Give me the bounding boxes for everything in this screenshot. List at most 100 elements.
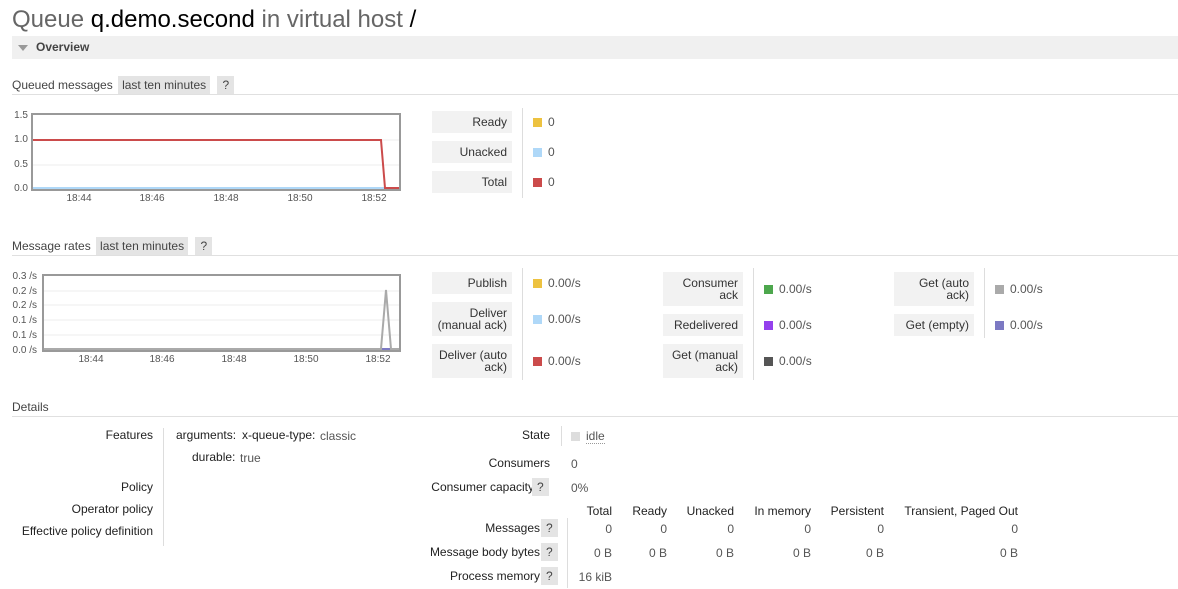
col-persistent: Persistent (830, 504, 884, 518)
legend-deliver-auto-swatch (533, 357, 542, 366)
arg-value: classic (320, 429, 357, 443)
y-tick: 0.0 (14, 183, 28, 194)
legend-deliver-manual-label: Deliver (manual ack) (432, 302, 512, 336)
legend-get-manual-label: Get (manual ack) (663, 344, 743, 378)
legend-deliver-auto-label: Deliver (auto ack) (432, 344, 512, 378)
messages-in-memory: 0 (804, 522, 811, 536)
policy-label: Policy (120, 480, 153, 494)
message-rates-title: Message rates (12, 239, 91, 253)
queued-help-button[interactable]: ? (217, 76, 235, 94)
messages-help-button[interactable]: ? (541, 519, 558, 537)
body-bytes-help-button[interactable]: ? (541, 543, 558, 561)
y-tick: 0.1 /s (12, 315, 37, 326)
title-prefix: Queue (12, 6, 85, 33)
legend-separator (522, 268, 523, 380)
operator-policy-label: Operator policy (71, 502, 153, 516)
col-in-memory: In memory (754, 504, 811, 518)
table-separator (567, 518, 568, 588)
message-rates-chart (42, 274, 401, 352)
legend-get-auto-swatch (995, 285, 1004, 294)
legend-consumer-ack-swatch (764, 285, 773, 294)
legend-get-manual-value: 0.00/s (779, 354, 812, 368)
queued-chart-svg (33, 139, 399, 189)
y-tick: 0.2 /s (12, 286, 37, 297)
capacity-help-button[interactable]: ? (532, 478, 549, 496)
bytes-total: 0 B (593, 546, 612, 560)
row-body-bytes-label: Message body bytes (429, 545, 540, 559)
overview-toggle[interactable]: Overview (12, 36, 1178, 59)
messages-transient: 0 (1011, 522, 1018, 536)
col-ready: Ready (632, 504, 667, 518)
legend-total-label: Total (432, 171, 512, 193)
y-tick: 1.5 (14, 110, 28, 121)
x-tick: 18:46 (149, 354, 175, 365)
legend-get-empty-label: Get (empty) (894, 314, 974, 336)
series-total-line (33, 139, 399, 189)
x-tick: 18:52 (365, 354, 391, 365)
legend-separator (984, 268, 985, 338)
state-label: State (521, 428, 550, 442)
x-tick: 18:50 (293, 354, 319, 365)
consumers-value: 0 (571, 457, 578, 471)
collapse-triangle-icon (18, 45, 28, 51)
legend-redelivered-value: 0.00/s (779, 318, 812, 332)
overview-label: Overview (36, 40, 90, 54)
col-transient: Transient, Paged Out (904, 504, 1018, 518)
state-idle-swatch (571, 432, 580, 441)
y-tick: 0.1 /s (12, 330, 37, 341)
x-tick: 18:52 (361, 193, 387, 204)
messages-unacked: 0 (727, 522, 734, 536)
queued-messages-heading: Queued messages last ten minutes ? (12, 76, 235, 94)
legend-deliver-manual-swatch (533, 315, 542, 324)
row-messages-label: Messages (485, 521, 540, 535)
state-value[interactable]: idle (586, 429, 605, 444)
legend-publish-label: Publish (432, 272, 512, 294)
effective-policy-label: Effective policy definition (21, 524, 153, 538)
y-tick: 0.3 /s (12, 271, 37, 282)
rates-help-button[interactable]: ? (195, 237, 213, 255)
legend-total-value: 0 (548, 175, 555, 189)
legend-redelivered-swatch (764, 321, 773, 330)
x-tick: 18:44 (66, 193, 92, 204)
bytes-ready: 0 B (648, 546, 667, 560)
bytes-unacked: 0 B (715, 546, 734, 560)
divider (12, 94, 1178, 95)
legend-unacked-value: 0 (548, 145, 555, 159)
y-tick: 0.0 /s (12, 345, 37, 356)
divider (12, 416, 1178, 417)
durable-label: durable: (192, 450, 236, 464)
bytes-in-memory: 0 B (792, 546, 811, 560)
y-tick: 0.5 (14, 159, 28, 170)
details-separator (561, 426, 562, 446)
x-tick: 18:44 (78, 354, 104, 365)
consumers-label: Consumers (488, 456, 550, 470)
details-separator (163, 428, 164, 546)
title-middle: in virtual host (261, 6, 403, 33)
col-unacked: Unacked (686, 504, 734, 518)
rates-range-selector[interactable]: last ten minutes (96, 237, 189, 255)
legend-deliver-manual-value: 0.00/s (548, 312, 581, 326)
page-title: Queue q.demo.second in virtual host / (12, 6, 416, 34)
queued-messages-title: Queued messages (12, 78, 113, 92)
x-tick: 18:46 (139, 193, 165, 204)
process-memory-help-button[interactable]: ? (541, 567, 558, 585)
legend-separator (522, 108, 523, 198)
arg-key: x-queue-type: (242, 428, 316, 442)
bytes-transient: 0 B (999, 546, 1018, 560)
bytes-persistent: 0 B (865, 546, 884, 560)
row-process-memory-label: Process memory (449, 569, 540, 583)
rates-chart-svg (44, 289, 399, 350)
x-tick: 18:48 (213, 193, 239, 204)
legend-ready-label: Ready (432, 111, 512, 133)
durable-value: true (240, 451, 261, 465)
x-tick: 18:50 (287, 193, 313, 204)
process-memory-value: 16 kiB (578, 570, 612, 584)
divider (12, 255, 1178, 256)
legend-publish-swatch (533, 279, 542, 288)
legend-total-swatch (533, 178, 542, 187)
legend-unacked-swatch (533, 148, 542, 157)
message-rates-heading: Message rates last ten minutes ? (12, 237, 213, 255)
messages-ready: 0 (660, 522, 667, 536)
legend-get-empty-value: 0.00/s (1010, 318, 1043, 332)
queued-range-selector[interactable]: last ten minutes (118, 76, 211, 94)
